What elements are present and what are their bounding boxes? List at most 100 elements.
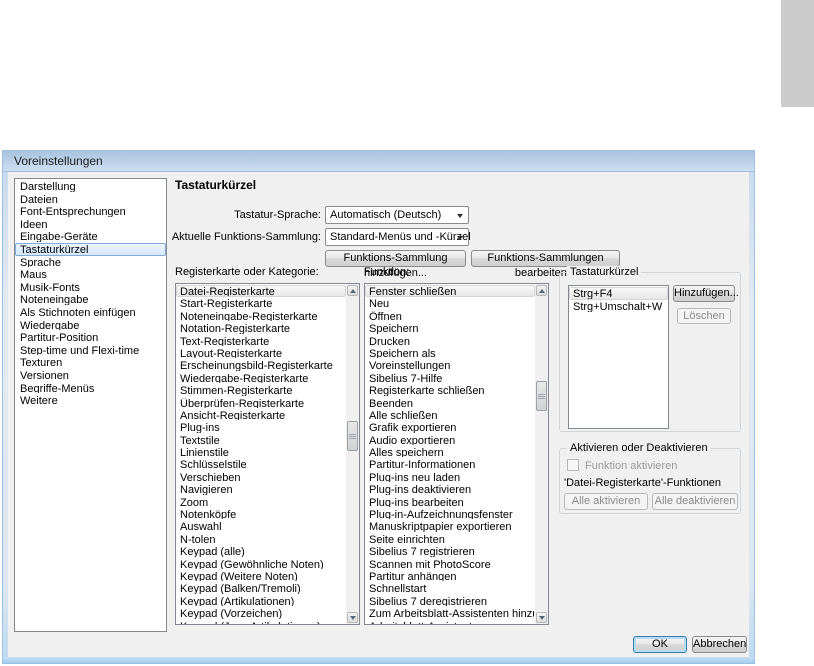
feature-set-select[interactable]: Standard-Menüs und -Kürzel — [325, 228, 471, 246]
function-item[interactable]: Zum Arbeitsblatt-Assistenten hinzufügen — [365, 607, 535, 619]
cancel-button[interactable]: Abbrechen — [692, 636, 747, 653]
function-item[interactable]: Beenden — [365, 397, 535, 409]
sidebar-item[interactable]: Partitur-Position — [15, 331, 166, 344]
sidebar-item[interactable]: Begriffe-Menüs — [15, 382, 166, 395]
scroll-thumb[interactable] — [347, 421, 358, 451]
category-item[interactable]: Plug-ins — [176, 421, 346, 433]
function-item[interactable]: Grafik exportieren — [365, 421, 535, 433]
preferences-page-list[interactable]: Darstellung Dateien Font-Entsprechungen Ide… — [14, 178, 167, 632]
function-item[interactable]: Speichern als — [365, 347, 535, 359]
function-item[interactable]: Voreinstellungen — [365, 359, 535, 371]
function-item[interactable]: Partitur anhängen — [365, 570, 535, 582]
category-listbox[interactable]: Datei-Registerkarte Start-Registerkarte No… — [175, 283, 360, 625]
scroll-up-button[interactable] — [347, 285, 358, 296]
category-item[interactable]: Keypad (Gewöhnliche Noten) — [176, 558, 346, 570]
function-item[interactable]: Sibelius 7 deregistrieren — [365, 595, 535, 607]
dialog-titlebar[interactable]: Voreinstellungen — [3, 151, 754, 172]
function-item[interactable]: Alles speichern — [365, 446, 535, 458]
category-item[interactable]: Textstile — [176, 434, 346, 446]
function-item[interactable]: Registerkarte schließen — [365, 384, 535, 396]
function-item[interactable]: Plug-in-Aufzeichnungsfenster — [365, 508, 535, 520]
category-item[interactable]: Ansicht-Registerkarte — [176, 409, 346, 421]
sidebar-item[interactable]: Noteneingabe — [15, 293, 166, 306]
edit-feature-sets-button[interactable]: Funktions-Sammlungen bearbeiten... — [471, 250, 620, 279]
sidebar-item[interactable]: Texturen — [15, 356, 166, 369]
category-item[interactable]: Keypad (alle) — [176, 545, 346, 557]
category-item[interactable]: Zoom — [176, 496, 346, 508]
delete-shortcut-button[interactable]: Löschen — [677, 308, 731, 324]
enable-function-checkbox[interactable] — [567, 459, 579, 471]
function-item[interactable]: Manuskriptpapier exportieren — [365, 520, 535, 532]
category-item[interactable]: Schlüsselstile — [176, 458, 346, 470]
function-scrollbar[interactable] — [535, 284, 548, 624]
disable-all-button[interactable]: Alle deaktivieren — [652, 493, 738, 510]
category-item[interactable]: Keypad (Jazz-Artikulationen) — [176, 620, 346, 624]
sidebar-item[interactable]: Weitere — [15, 394, 166, 407]
sidebar-item[interactable]: Dateien — [15, 193, 166, 206]
function-item[interactable]: Sibelius 7 registrieren — [365, 545, 535, 557]
dialog-body: Darstellung Dateien Font-Entsprechungen Ide… — [8, 172, 749, 657]
category-item[interactable]: Auswahl — [176, 520, 346, 532]
sidebar-item[interactable]: Sprache — [15, 256, 166, 269]
scroll-down-button[interactable] — [536, 612, 547, 623]
category-item[interactable]: Navigieren — [176, 483, 346, 495]
category-item[interactable]: Verschieben — [176, 471, 346, 483]
function-listbox[interactable]: Fenster schließen Neu Öffnen Speichern Druck… — [364, 283, 549, 625]
function-item[interactable]: Neu — [365, 297, 535, 309]
add-shortcut-button[interactable]: Hinzufügen... — [673, 285, 739, 302]
enable-all-button[interactable]: Alle aktivieren — [564, 493, 648, 510]
function-item[interactable]: Plug-ins deaktivieren — [365, 483, 535, 495]
function-item[interactable]: Audio exportieren — [365, 434, 535, 446]
category-item[interactable]: Keypad (Weitere Noten) — [176, 570, 346, 582]
category-item[interactable]: Text-Registerkarte — [176, 335, 346, 347]
sidebar-item[interactable]: Wiedergabe — [15, 319, 166, 332]
keyboard-language-value: Automatisch (Deutsch) — [330, 209, 442, 221]
category-item[interactable]: Notenköpfe — [176, 508, 346, 520]
category-item[interactable]: Linienstile — [176, 446, 346, 458]
category-scrollbar[interactable] — [346, 284, 359, 624]
category-item[interactable]: Erscheinungsbild-Registerkarte — [176, 359, 346, 371]
category-item[interactable]: Datei-Registerkarte — [176, 285, 346, 298]
category-item[interactable]: N-tolen — [176, 533, 346, 545]
scroll-thumb[interactable] — [536, 381, 547, 411]
sidebar-item[interactable]: Step-time und Flexi-time — [15, 344, 166, 357]
function-item[interactable]: Plug-ins neu laden — [365, 471, 535, 483]
category-item[interactable]: Start-Registerkarte — [176, 297, 346, 309]
shortcut-item[interactable]: Strg+Umschalt+W — [569, 300, 668, 313]
function-item[interactable]: Scannen mit PhotoScore — [365, 558, 535, 570]
add-feature-set-button[interactable]: Funktions-Sammlung hinzufügen... — [325, 250, 466, 279]
category-item[interactable]: Keypad (Balken/Tremoli) — [176, 582, 346, 594]
function-item[interactable]: Sibelius 7-Hilfe — [365, 372, 535, 384]
category-item[interactable]: Keypad (Vorzeichen) — [176, 607, 346, 619]
function-item[interactable]: Plug-ins bearbeiten — [365, 496, 535, 508]
function-item[interactable]: Alle schließen — [365, 409, 535, 421]
function-item[interactable]: Öffnen — [365, 310, 535, 322]
keyboard-language-select[interactable]: Automatisch (Deutsch) — [325, 206, 469, 224]
sidebar-item[interactable]: Darstellung — [15, 180, 166, 193]
scroll-down-button[interactable] — [347, 612, 358, 623]
category-item[interactable]: Stimmen-Registerkarte — [176, 384, 346, 396]
sidebar-item[interactable]: Als Stichnoten einfügen — [15, 306, 166, 319]
shortcut-item[interactable]: Strg+F4 — [569, 287, 668, 300]
sidebar-item[interactable]: Musik-Fonts — [15, 281, 166, 294]
category-item[interactable]: Wiedergabe-Registerkarte — [176, 372, 346, 384]
arrow-down-icon — [349, 615, 356, 620]
ok-button[interactable]: OK — [633, 636, 687, 653]
function-item[interactable]: Fenster schließen — [365, 285, 535, 298]
function-item[interactable]: Partitur-Informationen — [365, 458, 535, 470]
sidebar-item[interactable]: Tastaturkürzel — [15, 242, 166, 256]
function-item[interactable]: Arbeitsblatt-Assistent — [365, 620, 535, 624]
function-item[interactable]: Seite einrichten — [365, 533, 535, 545]
category-item[interactable]: Überprüfen-Registerkarte — [176, 397, 346, 409]
category-item[interactable]: Keypad (Artikulationen) — [176, 595, 346, 607]
function-item[interactable]: Speichern — [365, 322, 535, 334]
sidebar-item[interactable]: Versionen — [15, 369, 166, 382]
function-item[interactable]: Drucken — [365, 335, 535, 347]
category-item[interactable]: Layout-Registerkarte — [176, 347, 346, 359]
sidebar-item[interactable]: Maus — [15, 268, 166, 281]
category-item[interactable]: Noteneingabe-Registerkarte — [176, 310, 346, 322]
scroll-up-button[interactable] — [536, 285, 547, 296]
function-item[interactable]: Schnellstart — [365, 582, 535, 594]
shortcut-listbox[interactable]: Strg+F4 Strg+Umschalt+W — [568, 285, 669, 429]
category-item[interactable]: Notation-Registerkarte — [176, 322, 346, 334]
